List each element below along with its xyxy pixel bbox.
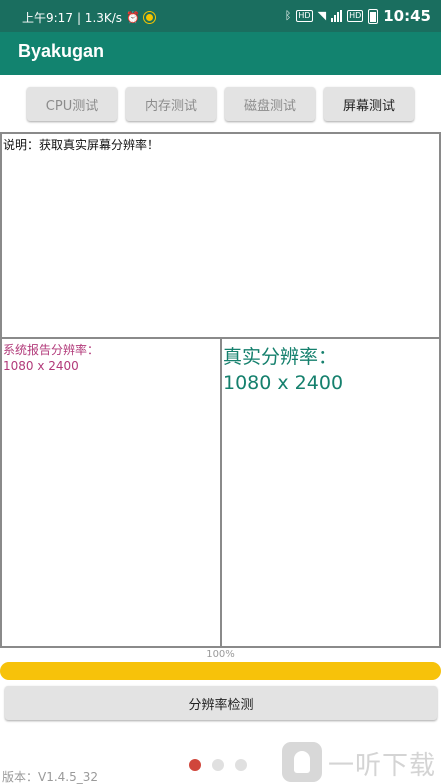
watermark-logo-icon bbox=[282, 742, 322, 782]
progress-bar bbox=[0, 662, 441, 680]
page-dot[interactable] bbox=[235, 759, 247, 771]
real-resolution-panel: 真实分辨率： 1080 x 2400 bbox=[220, 337, 441, 648]
alarm-icon: ⏰ bbox=[126, 10, 140, 24]
description-text: 说明：获取真实屏幕分辨率！ bbox=[3, 138, 160, 152]
hd-badge-icon-2: HD bbox=[347, 10, 364, 22]
system-resolution-panel: 系统报告分辨率： 1080 x 2400 bbox=[0, 337, 222, 648]
watermark-text: 一听下载 bbox=[328, 751, 437, 781]
battery-icon bbox=[368, 8, 379, 24]
signal-icon bbox=[331, 10, 343, 22]
system-resolution-label: 系统报告分辨率： bbox=[3, 343, 100, 357]
tab-screen-test[interactable]: 屏幕测试 bbox=[324, 87, 414, 121]
tab-cpu-test[interactable]: CPU测试 bbox=[27, 87, 117, 121]
watermark-logo: 一听下载 bbox=[282, 740, 441, 784]
page-indicator bbox=[189, 759, 247, 771]
status-left: 上午9:17 | 1.3K/s ⏰ bbox=[22, 9, 155, 26]
page-dot[interactable] bbox=[212, 759, 224, 771]
tab-memory-test[interactable]: 内存测试 bbox=[126, 87, 216, 121]
tab-disk-test[interactable]: 磁盘测试 bbox=[225, 87, 315, 121]
version-text: 版本：V1.4.5_32 bbox=[2, 770, 99, 784]
description-box: 说明：获取真实屏幕分辨率！ bbox=[0, 132, 441, 339]
status-time-left: 上午9:17 bbox=[22, 11, 73, 25]
status-clock: 10:45 bbox=[383, 7, 431, 25]
bluetooth-icon: ᛒ bbox=[284, 9, 292, 22]
status-right: ᛒ HD ◥ HD 10:45 bbox=[285, 7, 431, 25]
network-speed: | 1.3K/s bbox=[76, 10, 123, 25]
app-notification-icon bbox=[143, 12, 155, 23]
system-resolution-value: 1080 x 2400 bbox=[3, 359, 79, 373]
progress-percent-text: 100% bbox=[206, 649, 235, 660]
progress-bar-fill bbox=[0, 662, 441, 680]
app-title: Byakugan bbox=[18, 41, 105, 61]
resolution-detect-button[interactable]: 分辨率检测 bbox=[5, 686, 437, 720]
real-resolution-label: 真实分辨率： bbox=[223, 346, 338, 368]
page-dot[interactable] bbox=[189, 759, 201, 771]
status-bar: 上午9:17 | 1.3K/s ⏰ ᛒ HD ◥ HD 10:45 bbox=[0, 0, 441, 32]
app-bar: Byakugan bbox=[0, 32, 441, 75]
real-resolution-value: 1080 x 2400 bbox=[223, 372, 344, 394]
test-tab-row: CPU测试 内存测试 磁盘测试 屏幕测试 bbox=[0, 87, 441, 121]
wifi-icon: ◥ bbox=[317, 9, 327, 22]
hd-badge-icon: HD bbox=[296, 10, 313, 22]
